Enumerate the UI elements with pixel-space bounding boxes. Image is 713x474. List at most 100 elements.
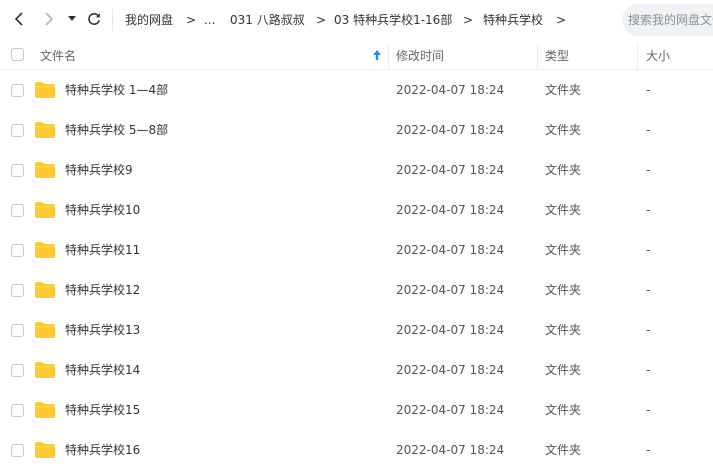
file-row[interactable]: 特种兵学校16 2022-04-07 18:24 文件夹 - (0, 430, 713, 470)
sort-up-arrow-icon[interactable] (372, 48, 382, 62)
file-type: 文件夹 (545, 403, 582, 417)
chevron-left-icon (14, 12, 23, 26)
file-size: - (646, 403, 651, 417)
breadcrumb-separator: > (463, 13, 474, 27)
folder-icon (35, 362, 55, 378)
forward-button[interactable] (39, 8, 59, 30)
file-size: - (646, 123, 651, 137)
file-type: 文件夹 (545, 163, 582, 177)
folder-icon (35, 122, 55, 138)
column-divider[interactable] (388, 44, 389, 70)
column-divider[interactable] (637, 44, 638, 70)
file-type: 文件夹 (545, 323, 582, 337)
search-input[interactable] (628, 13, 713, 27)
column-header-type[interactable]: 类型 (545, 40, 569, 70)
folder-icon (35, 402, 55, 418)
breadcrumb-separator: > (316, 13, 327, 27)
toolbar: 我的网盘 > ... 031 八路叔叔 > 03 特种兵学校1-16部 > 特种… (0, 0, 713, 40)
column-header-name[interactable]: 文件名 (40, 40, 76, 70)
file-type: 文件夹 (545, 283, 582, 297)
file-name[interactable]: 特种兵学校15 (65, 402, 140, 418)
file-type: 文件夹 (545, 83, 582, 97)
file-row[interactable]: 特种兵学校14 2022-04-07 18:24 文件夹 - (0, 350, 713, 390)
folder-icon (35, 282, 55, 298)
file-type: 文件夹 (545, 443, 582, 457)
file-modified: 2022-04-07 18:24 (396, 203, 505, 217)
file-modified: 2022-04-07 18:24 (396, 163, 505, 177)
file-size: - (646, 203, 651, 217)
file-name[interactable]: 特种兵学校10 (65, 202, 140, 218)
file-modified: 2022-04-07 18:24 (396, 443, 505, 457)
row-checkbox[interactable] (11, 244, 24, 257)
file-size: - (646, 243, 651, 257)
file-modified: 2022-04-07 18:24 (396, 123, 505, 137)
file-size: - (646, 323, 651, 337)
folder-icon (35, 442, 55, 458)
file-modified: 2022-04-07 18:24 (396, 363, 505, 377)
breadcrumb-separator: > (186, 13, 197, 27)
row-checkbox[interactable] (11, 204, 24, 217)
toolbar-divider (112, 9, 113, 31)
back-button[interactable] (9, 8, 29, 30)
row-checkbox[interactable] (11, 284, 24, 297)
caret-down-icon (68, 16, 76, 21)
file-type: 文件夹 (545, 203, 582, 217)
table-header: 文件名 修改时间 类型 大小 (0, 40, 713, 70)
file-size: - (646, 443, 651, 457)
breadcrumb-folder-031[interactable]: 031 八路叔叔 (230, 12, 305, 28)
row-checkbox[interactable] (11, 324, 24, 337)
file-list: 特种兵学校 1—4部 2022-04-07 18:24 文件夹 - 特种兵学校 … (0, 70, 713, 470)
folder-icon (35, 242, 55, 258)
file-modified: 2022-04-07 18:24 (396, 243, 505, 257)
file-modified: 2022-04-07 18:24 (396, 323, 505, 337)
folder-icon (35, 162, 55, 178)
breadcrumb-separator: > (556, 13, 567, 27)
folder-icon (35, 322, 55, 338)
file-modified: 2022-04-07 18:24 (396, 283, 505, 297)
file-row[interactable]: 特种兵学校 1—4部 2022-04-07 18:24 文件夹 - (0, 70, 713, 110)
file-name[interactable]: 特种兵学校13 (65, 322, 140, 338)
row-checkbox[interactable] (11, 364, 24, 377)
file-row[interactable]: 特种兵学校11 2022-04-07 18:24 文件夹 - (0, 230, 713, 270)
row-checkbox[interactable] (11, 164, 24, 177)
file-row[interactable]: 特种兵学校13 2022-04-07 18:24 文件夹 - (0, 310, 713, 350)
row-checkbox[interactable] (11, 84, 24, 97)
folder-icon (35, 82, 55, 98)
file-row[interactable]: 特种兵学校15 2022-04-07 18:24 文件夹 - (0, 390, 713, 430)
file-name[interactable]: 特种兵学校 1—4部 (65, 82, 168, 98)
file-row[interactable]: 特种兵学校9 2022-04-07 18:24 文件夹 - (0, 150, 713, 190)
column-divider[interactable] (537, 44, 538, 70)
breadcrumb-current-folder[interactable]: 特种兵学校 (483, 12, 543, 28)
file-name[interactable]: 特种兵学校14 (65, 362, 140, 378)
file-row[interactable]: 特种兵学校12 2022-04-07 18:24 文件夹 - (0, 270, 713, 310)
file-size: - (646, 83, 651, 97)
file-name[interactable]: 特种兵学校12 (65, 282, 140, 298)
file-row[interactable]: 特种兵学校 5—8部 2022-04-07 18:24 文件夹 - (0, 110, 713, 150)
breadcrumb-ellipsis[interactable]: ... (204, 12, 215, 28)
row-checkbox[interactable] (11, 404, 24, 417)
chevron-right-icon (45, 12, 54, 26)
search-box[interactable] (622, 4, 713, 36)
breadcrumb-folder-03[interactable]: 03 特种兵学校1-16部 (334, 12, 452, 28)
file-size: - (646, 363, 651, 377)
select-all-checkbox[interactable] (11, 48, 24, 61)
row-checkbox[interactable] (11, 124, 24, 137)
refresh-icon (88, 12, 100, 25)
file-name[interactable]: 特种兵学校11 (65, 242, 140, 258)
file-size: - (646, 163, 651, 177)
file-modified: 2022-04-07 18:24 (396, 83, 505, 97)
file-name[interactable]: 特种兵学校16 (65, 442, 140, 458)
folder-icon (35, 202, 55, 218)
file-type: 文件夹 (545, 363, 582, 377)
history-dropdown-button[interactable] (63, 8, 81, 30)
file-name[interactable]: 特种兵学校9 (65, 162, 133, 178)
column-header-size[interactable]: 大小 (646, 40, 670, 70)
file-type: 文件夹 (545, 123, 582, 137)
file-row[interactable]: 特种兵学校10 2022-04-07 18:24 文件夹 - (0, 190, 713, 230)
file-name[interactable]: 特种兵学校 5—8部 (65, 122, 168, 138)
file-modified: 2022-04-07 18:24 (396, 403, 505, 417)
refresh-button[interactable] (84, 8, 104, 30)
row-checkbox[interactable] (11, 444, 24, 457)
column-header-modified[interactable]: 修改时间 (396, 40, 444, 70)
breadcrumb-my-drive[interactable]: 我的网盘 (125, 12, 173, 28)
